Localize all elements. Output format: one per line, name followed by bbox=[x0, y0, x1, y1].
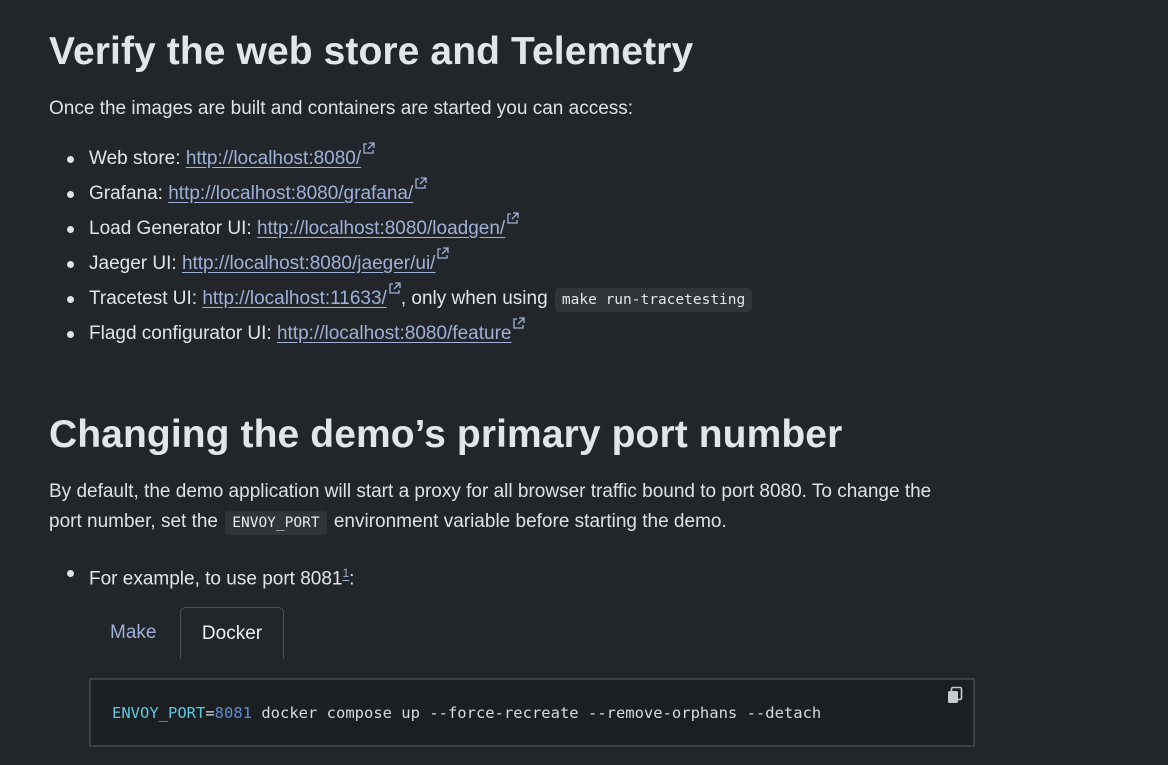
section-heading-verify: Verify the web store and Telemetry bbox=[49, 30, 694, 73]
external-link-icon bbox=[362, 142, 375, 155]
grafana-link[interactable]: http://localhost:8080/grafana/ bbox=[168, 183, 413, 204]
external-link-icon bbox=[512, 317, 526, 330]
example-list: For example, to use port 80811: bbox=[49, 555, 354, 590]
item-label: Jaeger UI: bbox=[89, 253, 182, 274]
list-item-example: For example, to use port 80811: bbox=[49, 555, 354, 590]
item-label: Load Generator UI: bbox=[89, 218, 257, 239]
code-command: ENVOY_PORT=8081 docker compose up --forc… bbox=[112, 704, 821, 722]
code-rest: docker compose up --force-recreate --rem… bbox=[252, 704, 822, 722]
tab-docker[interactable]: Docker bbox=[180, 607, 284, 659]
item-label: Grafana: bbox=[89, 183, 169, 204]
list-item-flagd: Flagd configurator UI: http://localhost:… bbox=[49, 316, 754, 351]
code-equals: = bbox=[205, 704, 215, 722]
port-paragraph: By default, the demo application will st… bbox=[49, 477, 969, 538]
intro-paragraph: Once the images are built and containers… bbox=[49, 98, 634, 119]
tracetest-link[interactable]: http://localhost:11633/ bbox=[202, 288, 387, 309]
external-link-icon bbox=[436, 247, 450, 260]
item-label: Web store: bbox=[89, 148, 186, 169]
example-text: For example, to use port 8081 bbox=[89, 568, 343, 590]
access-url-list: Web store: http://localhost:8080/ Grafan… bbox=[49, 141, 754, 351]
list-item-load-generator: Load Generator UI: http://localhost:8080… bbox=[49, 211, 754, 246]
code-port-number: 8081 bbox=[214, 704, 252, 722]
paragraph-text: environment variable before starting the… bbox=[328, 511, 727, 532]
list-item-jaeger: Jaeger UI: http://localhost:8080/jaeger/… bbox=[49, 246, 754, 281]
jaeger-link[interactable]: http://localhost:8080/jaeger/ui/ bbox=[182, 253, 436, 274]
external-link-icon bbox=[506, 212, 519, 225]
section-heading-port: Changing the demo’s primary port number bbox=[49, 413, 843, 456]
item-label: Flagd configurator UI: bbox=[89, 323, 277, 344]
code-block: ENVOY_PORT=8081 docker compose up --forc… bbox=[89, 678, 975, 747]
inline-code-envoy-port: ENVOY_PORT bbox=[225, 511, 327, 535]
external-link-icon bbox=[388, 282, 401, 295]
example-colon: : bbox=[349, 568, 355, 590]
load-generator-link[interactable]: http://localhost:8080/loadgen/ bbox=[257, 218, 505, 239]
code-env-var: ENVOY_PORT bbox=[112, 704, 206, 722]
inline-code-make-command: make run-tracetesting bbox=[554, 288, 753, 312]
tab-bar: Make Docker bbox=[89, 607, 975, 659]
item-suffix: , only when using bbox=[400, 288, 553, 309]
external-link-icon bbox=[414, 177, 427, 190]
item-label: Tracetest UI: bbox=[89, 288, 203, 309]
flagd-link[interactable]: http://localhost:8080/feature bbox=[277, 323, 512, 344]
list-item-tracetest: Tracetest UI: http://localhost:11633/ , o… bbox=[49, 281, 754, 316]
list-item-grafana: Grafana: http://localhost:8080/grafana/ bbox=[49, 176, 754, 211]
tab-make[interactable]: Make bbox=[89, 607, 177, 659]
list-item-web-store: Web store: http://localhost:8080/ bbox=[49, 141, 754, 176]
copy-icon[interactable] bbox=[945, 685, 965, 705]
web-store-link[interactable]: http://localhost:8080/ bbox=[186, 148, 361, 169]
